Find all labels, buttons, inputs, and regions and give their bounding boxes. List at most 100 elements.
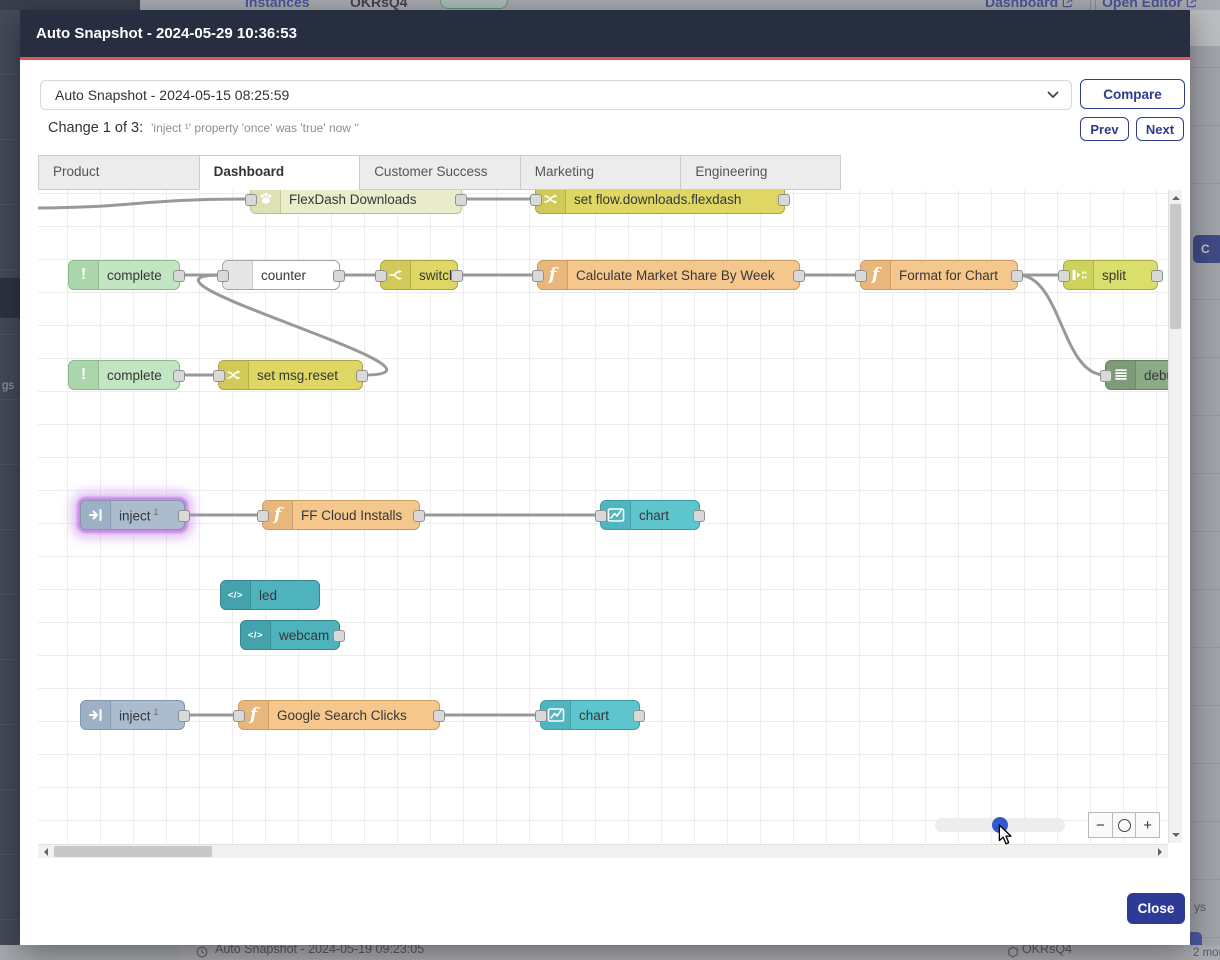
zoom-slider[interactable] (935, 818, 1065, 832)
node-label: chart (631, 508, 677, 523)
node-calculate-market-share[interactable]: fCalculate Market Share By Week (537, 260, 800, 290)
input-port[interactable] (257, 510, 269, 522)
tab-marketing[interactable]: Marketing (520, 155, 681, 190)
output-port[interactable] (455, 194, 467, 206)
input-port[interactable] (245, 194, 257, 206)
snapshot-select-value: Auto Snapshot - 2024-05-15 08:25:59 (55, 81, 289, 109)
zoom-controls: − + (1088, 812, 1160, 838)
zoom-reset-button[interactable] (1112, 813, 1136, 837)
input-port[interactable] (213, 370, 225, 382)
node-debug[interactable]: debug (1105, 360, 1168, 390)
input-port[interactable] (233, 710, 245, 722)
node-inject-1[interactable]: inject1 (80, 500, 185, 530)
output-port[interactable] (356, 370, 368, 382)
modal-header: Auto Snapshot - 2024-05-29 10:36:53 (20, 10, 1190, 57)
node-label: counter (253, 268, 314, 283)
input-port[interactable] (535, 710, 547, 722)
output-port[interactable] (1151, 270, 1163, 282)
node-set-flow-downloads-flexdash[interactable]: set flow.downloads.flexdash (535, 190, 785, 214)
tab-product[interactable]: Product (38, 155, 199, 190)
horizontal-scrollbar-thumb[interactable] (54, 846, 212, 857)
snapshot-select[interactable]: Auto Snapshot - 2024-05-15 08:25:59 (40, 80, 1072, 110)
output-port[interactable] (1011, 270, 1023, 282)
output-port[interactable] (433, 710, 445, 722)
inject-icon (81, 701, 111, 729)
horizontal-scrollbar[interactable] (38, 844, 1168, 858)
output-port[interactable] (333, 270, 345, 282)
tab-customer-success[interactable]: Customer Success (359, 155, 520, 190)
template-icon: </> (221, 581, 251, 609)
node-inject-2[interactable]: inject1 (80, 700, 185, 730)
input-port[interactable] (532, 270, 544, 282)
node-webcam[interactable]: </>webcam (240, 620, 340, 650)
vertical-scrollbar[interactable] (1168, 190, 1182, 843)
input-port[interactable] (375, 270, 387, 282)
node-ff-cloud-installs[interactable]: fFF Cloud Installs (262, 500, 420, 530)
node-counter[interactable]: counter (222, 260, 340, 290)
output-port[interactable] (633, 710, 645, 722)
node-switch[interactable]: switch (380, 260, 458, 290)
node-flexdash-downloads[interactable]: FlexDash Downloads (250, 190, 462, 214)
scroll-up-arrow-icon[interactable] (1172, 192, 1180, 200)
input-port[interactable] (855, 270, 867, 282)
input-port[interactable] (595, 510, 607, 522)
node-format-for-chart[interactable]: fFormat for Chart (860, 260, 1018, 290)
node-label: set flow.downloads.flexdash (566, 192, 749, 207)
tab-engineering[interactable]: Engineering (680, 155, 841, 190)
output-port[interactable] (778, 194, 790, 206)
node-complete-1[interactable]: !complete (68, 260, 180, 290)
zoom-slider-handle[interactable] (992, 817, 1008, 833)
change-marker: 1 (154, 707, 159, 717)
output-port[interactable] (173, 370, 185, 382)
node-label: inject1 (111, 707, 167, 724)
input-port[interactable] (217, 270, 229, 282)
node-label: Calculate Market Share By Week (568, 268, 783, 283)
output-port[interactable] (173, 270, 185, 282)
node-label: Format for Chart (891, 268, 1006, 283)
node-label: FF Cloud Installs (293, 508, 410, 523)
input-port[interactable] (1058, 270, 1070, 282)
node-split[interactable]: split (1063, 260, 1158, 290)
screen: Instances OKRsQ4 Dashboard Open Editor g… (0, 0, 1220, 960)
complete-icon: ! (69, 261, 99, 289)
node-led[interactable]: </>led (220, 580, 320, 610)
node-label: led (251, 588, 285, 603)
node-chart-1[interactable]: chart (600, 500, 700, 530)
close-button[interactable]: Close (1127, 893, 1185, 924)
output-port[interactable] (793, 270, 805, 282)
output-port[interactable] (178, 710, 190, 722)
node-label: complete (99, 368, 170, 383)
prev-button[interactable]: Prev (1080, 117, 1129, 141)
vertical-scrollbar-thumb[interactable] (1170, 204, 1181, 329)
node-label: webcam (271, 628, 337, 643)
node-set-msg-reset[interactable]: set msg.reset (218, 360, 363, 390)
tab-dashboard[interactable]: Dashboard (199, 155, 360, 190)
output-port[interactable] (693, 510, 705, 522)
zoom-out-button[interactable]: − (1089, 813, 1112, 837)
change-counter-label: Change 1 of 3: (48, 120, 143, 136)
change-marker: 1 (154, 507, 159, 517)
zoom-reset-icon (1118, 819, 1131, 832)
complete-icon: ! (69, 361, 99, 389)
compare-button[interactable]: Compare (1080, 79, 1185, 109)
node-google-search-clicks[interactable]: fGoogle Search Clicks (238, 700, 440, 730)
output-port[interactable] (451, 270, 463, 282)
wire (38, 199, 250, 208)
next-button[interactable]: Next (1136, 117, 1184, 141)
node-chart-2[interactable]: chart (540, 700, 640, 730)
flow-canvas[interactable]: FlexDash Downloads set flow.downloads.fle… (38, 190, 1168, 843)
output-port[interactable] (413, 510, 425, 522)
snapshot-modal: Auto Snapshot - 2024-05-29 10:36:53 Auto… (20, 10, 1190, 945)
scroll-left-arrow-icon[interactable] (40, 848, 48, 856)
scroll-down-arrow-icon[interactable] (1172, 833, 1180, 841)
output-port[interactable] (178, 510, 190, 522)
output-port[interactable] (333, 630, 345, 642)
node-complete-2[interactable]: !complete (68, 360, 180, 390)
zoom-in-button[interactable]: + (1135, 813, 1159, 837)
input-port[interactable] (1100, 370, 1112, 382)
input-port[interactable] (530, 194, 542, 206)
modal-title: Auto Snapshot - 2024-05-29 10:36:53 (20, 10, 1190, 57)
change-detail: 'inject ¹' property 'once' was 'true' no… (151, 121, 359, 135)
scroll-right-arrow-icon[interactable] (1158, 848, 1166, 856)
node-label: inject1 (111, 507, 167, 524)
